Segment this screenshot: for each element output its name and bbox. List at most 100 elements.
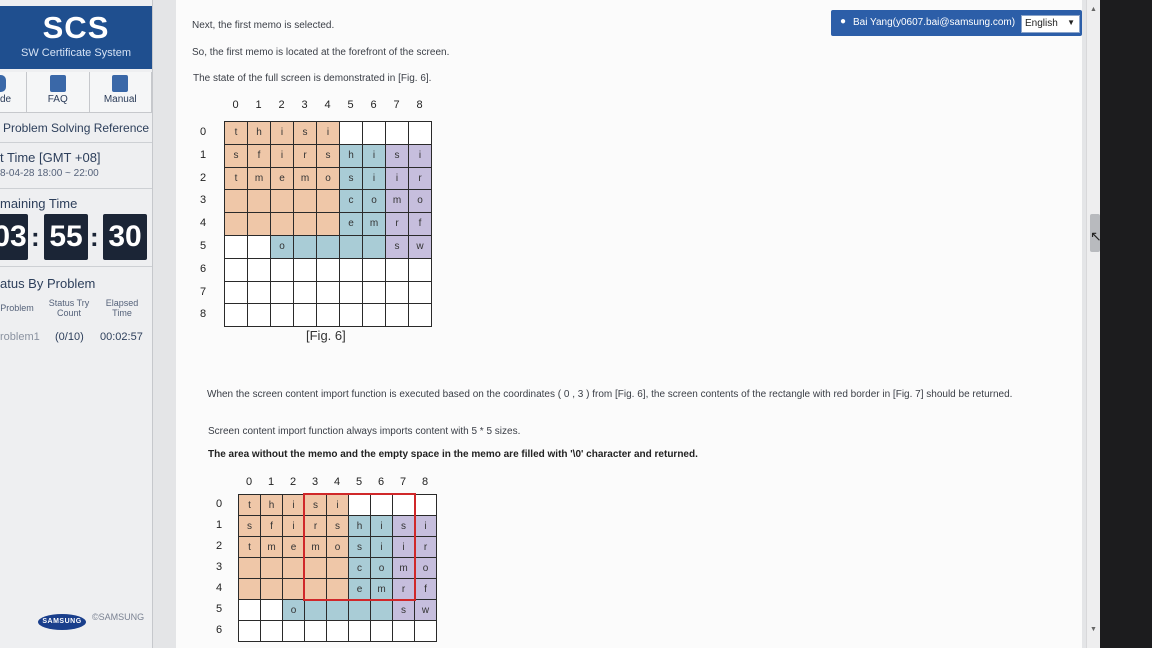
grid-cell: r [293, 143, 317, 168]
grid-cell [316, 303, 340, 328]
grid-cell [238, 620, 261, 642]
grid-cell [362, 257, 386, 282]
monitor-bezel [1100, 0, 1152, 648]
timer-colon: : [90, 222, 99, 252]
nav-manual[interactable]: Manual [90, 72, 152, 112]
grid-cell [260, 620, 283, 642]
test-time-value: 8-04-28 18:00 ~ 22:00 [0, 168, 99, 179]
grid-cell [270, 189, 294, 214]
grid-row-label: 7 [199, 285, 207, 298]
grid-cell [316, 280, 340, 305]
manual-icon [112, 75, 129, 92]
grid-col-label: 4 [324, 99, 331, 111]
grid-cell [408, 280, 432, 305]
logo-title: SCS [42, 10, 110, 45]
grid-cell [326, 599, 349, 621]
grid-cell: w [408, 235, 432, 259]
grid-cell [293, 212, 317, 236]
grid-cell [339, 257, 363, 282]
grid-cell: s [385, 143, 409, 168]
grid-cell [370, 599, 393, 621]
language-select[interactable]: English ▼ [1021, 15, 1080, 33]
sidebar: SCS SW Certificate System de FAQ Manual … [0, 0, 153, 648]
status-problem-link[interactable]: roblem1 [0, 331, 40, 343]
grid-cell [224, 280, 248, 305]
grid-cell: o [362, 189, 386, 214]
grid-cell [282, 557, 305, 579]
scroll-up-icon[interactable]: ▲ [1090, 6, 1097, 13]
grid-cell [270, 280, 294, 305]
grid-cell [370, 620, 393, 642]
grid-cell [316, 189, 340, 214]
page-scrollbar[interactable]: ▲ ▼ [1086, 0, 1100, 648]
grid-cell [408, 121, 432, 145]
grid-col-label: 3 [301, 99, 308, 111]
grid-cell [270, 212, 294, 236]
grid-cell: s [293, 121, 317, 145]
timer-hours: 03 [0, 214, 28, 260]
dropdown-arrow-icon: ▼ [1067, 18, 1075, 27]
grid-col-label: 1 [255, 99, 262, 111]
grid-cell: w [414, 599, 437, 621]
logo-subtitle: SW Certificate System [20, 47, 132, 59]
nav-code-label: de [0, 94, 12, 105]
grid-cell [260, 599, 283, 621]
grid-cell [224, 212, 248, 236]
grid-row-label: 3 [215, 561, 223, 573]
grid-cell [408, 303, 432, 328]
mouse-cursor-icon: ↖ [1090, 228, 1100, 244]
grid-cell [385, 257, 409, 282]
grid-cell [326, 620, 349, 642]
grid-cell [362, 280, 386, 305]
grid-cell [293, 280, 317, 305]
grid-cell [339, 235, 363, 259]
grid-col-label: 5 [355, 476, 363, 488]
grid-cell [362, 235, 386, 259]
grid-cell: h [247, 121, 271, 145]
grid-row-label: 0 [215, 498, 223, 510]
grid-col-label: 5 [347, 99, 354, 111]
grid-col-label: 2 [289, 476, 297, 488]
divider [0, 266, 152, 267]
grid-cell [260, 578, 283, 600]
grid-cell [362, 303, 386, 328]
grid-cell: t [238, 536, 261, 558]
samsung-logo: SAMSUNG [38, 614, 86, 630]
nav-code[interactable]: de [0, 72, 27, 112]
grid-cell: h [339, 143, 363, 168]
divider [0, 142, 152, 143]
grid-cell [414, 620, 437, 642]
paragraph: When the screen content import function … [207, 389, 1013, 400]
grid-cell: i [270, 143, 294, 168]
grid-cell: f [414, 578, 437, 600]
grid-cell: i [270, 121, 294, 145]
grid-cell [247, 212, 271, 236]
code-icon [0, 75, 6, 92]
grid-cell: i [282, 515, 305, 537]
status-elapsed-time: 00:02:57 [100, 331, 143, 343]
grid-cell: f [408, 212, 432, 236]
nav-faq[interactable]: FAQ [27, 72, 90, 112]
grid-row-label: 4 [199, 217, 207, 230]
language-value: English [1025, 18, 1058, 29]
grid-cell [316, 235, 340, 259]
scs-logo[interactable]: SCS SW Certificate System [0, 6, 152, 69]
paragraph: Next, the first memo is selected. [192, 20, 335, 31]
grid-cell [247, 280, 271, 305]
grid-cell [270, 303, 294, 328]
grid-cell: r [408, 166, 432, 191]
grid-col-label: 1 [267, 476, 275, 488]
status-header-count: Status Try Count [48, 298, 90, 318]
grid-cell [224, 235, 248, 259]
grid-row-label: 4 [215, 582, 223, 594]
user-info-bar: ● Bai Yang(y0607.bai@samsung.com) Englis… [831, 10, 1082, 36]
problem-solving-reference-link[interactable]: Problem Solving Reference [0, 121, 155, 135]
scroll-down-icon[interactable]: ▼ [1090, 626, 1097, 633]
grid-col-label: 7 [399, 476, 407, 488]
grid-cell [247, 235, 271, 259]
grid-row-label: 5 [199, 239, 207, 252]
screen: SCS SW Certificate System de FAQ Manual … [0, 0, 1100, 648]
remaining-time-label: maining Time [0, 196, 78, 211]
grid-cell [247, 257, 271, 282]
grid-cell [293, 257, 317, 282]
